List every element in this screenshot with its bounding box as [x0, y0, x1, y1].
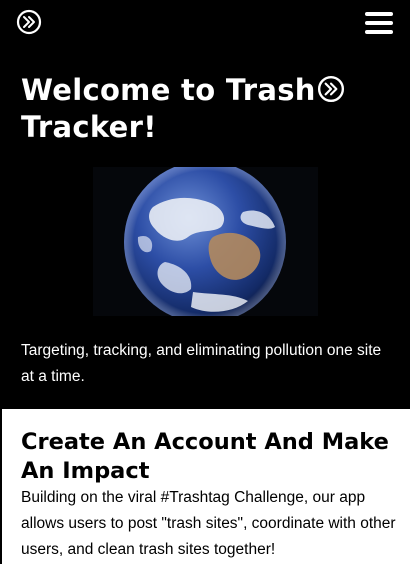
circle-double-chevron-right-icon — [317, 75, 345, 103]
top-navbar — [0, 0, 410, 46]
hamburger-menu-icon[interactable] — [365, 12, 393, 34]
logo-icon[interactable] — [16, 9, 42, 35]
earth-image — [93, 167, 318, 316]
hero-section: Welcome to Trash Tracker! — [21, 72, 401, 146]
title-text-suffix: Tracker! — [21, 110, 157, 144]
signup-card: Create An Account And Make An Impact Bui… — [2, 409, 410, 564]
tagline-text: Targeting, tracking, and eliminating pol… — [21, 342, 382, 385]
page-title: Welcome to Trash Tracker! — [21, 72, 401, 146]
card-title: Create An Account And Make An Impact — [21, 429, 389, 484]
card-description: Building on the viral #Trashtag Challeng… — [21, 489, 396, 558]
title-text: Welcome to Trash — [21, 73, 316, 107]
